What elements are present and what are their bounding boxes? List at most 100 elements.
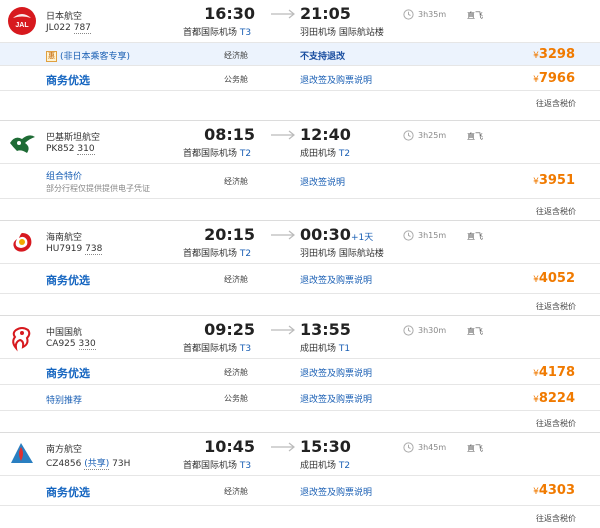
cabin-class: 经济舱 bbox=[224, 177, 248, 186]
airline-name: 巴基斯坦航空 bbox=[46, 133, 101, 143]
fare-row[interactable]: 特别推荐 公务舱 退改签及购票说明 ¥8224 bbox=[0, 384, 600, 410]
departure-time: 16:30 bbox=[204, 4, 255, 23]
aircraft-type-link[interactable]: 787 bbox=[73, 23, 91, 34]
fare-price[interactable]: ¥3298 bbox=[533, 47, 575, 62]
departure-airport: 首都国际机场 T2 bbox=[183, 149, 252, 159]
fare-name[interactable]: 商务优选 bbox=[46, 365, 90, 381]
pia-logo-icon bbox=[10, 135, 35, 153]
fare-name[interactable]: 特别推荐 bbox=[46, 393, 82, 406]
airline-name: 南方航空 bbox=[46, 445, 83, 455]
fare-row[interactable]: 商务优选 经济舱 退改签及购票说明 ¥4052 bbox=[0, 263, 600, 293]
tax-note: 往返含税价 bbox=[536, 419, 576, 428]
fare-price[interactable]: ¥4052 bbox=[533, 271, 575, 286]
hainan-logo-icon bbox=[13, 233, 32, 252]
flight-duration: 3h15m bbox=[418, 231, 447, 240]
air-china-phoenix-icon bbox=[12, 327, 31, 352]
clock-icon bbox=[403, 325, 414, 336]
departure-airport: 首都国际机场 T3 bbox=[183, 344, 252, 354]
cabin-class: 经济舱 bbox=[224, 275, 248, 284]
aircraft-type-link[interactable]: 738 bbox=[85, 244, 103, 255]
fare-price[interactable]: ¥4178 bbox=[533, 365, 575, 380]
codeshare-link[interactable]: (共享) bbox=[84, 459, 110, 470]
tax-row: 往返含税价 bbox=[0, 505, 600, 528]
cabin-class: 公务舱 bbox=[224, 75, 248, 84]
fare-row[interactable]: 商务优选 经济舱 退改签及购票说明 ¥4303 bbox=[0, 475, 600, 505]
fare-price[interactable]: ¥7966 bbox=[533, 71, 575, 86]
departure-time: 10:45 bbox=[204, 437, 255, 456]
tax-note: 往返含税价 bbox=[536, 514, 576, 523]
cabin-class: 经济舱 bbox=[224, 51, 248, 60]
flight-number: CA925 330 bbox=[46, 339, 96, 350]
arrow-right-icon bbox=[271, 325, 295, 335]
arrival-airport: 成田机场 T2 bbox=[300, 461, 351, 471]
fare-rule-link[interactable]: 退改签及购票说明 bbox=[300, 73, 372, 86]
clock-icon bbox=[403, 230, 414, 241]
fare-subtext: 部分行程仅提供提供电子凭证 bbox=[46, 184, 150, 193]
fare-row[interactable]: 商务优选 经济舱 退改签及购票说明 ¥4178 bbox=[0, 358, 600, 384]
fare-row[interactable]: 组合特价 部分行程仅提供提供电子凭证 经济舱 退改签说明 ¥3951 bbox=[0, 163, 600, 198]
flight-header: 海南航空 HU7919 738 20:15 首都国际机场 T2 00:30+1天… bbox=[0, 221, 600, 263]
fare-rule-link[interactable]: 退改签及购票说明 bbox=[300, 485, 372, 498]
tax-note: 往返含税价 bbox=[536, 207, 576, 216]
aircraft-type-link[interactable]: 310 bbox=[77, 144, 95, 155]
arrival-airport: 成田机场 T2 bbox=[300, 149, 351, 159]
departure-airport: 首都国际机场 T3 bbox=[183, 28, 252, 38]
arrow-right-icon bbox=[271, 9, 295, 19]
cabin-class: 公务舱 bbox=[224, 394, 248, 403]
departure-airport: 首都国际机场 T3 bbox=[183, 461, 252, 471]
clock-icon bbox=[403, 130, 414, 141]
arrival-time: 00:30+1天 bbox=[300, 225, 374, 244]
airline-name: 日本航空 bbox=[46, 12, 83, 22]
flight-header: 中国国航 CA925 330 09:25 首都国际机场 T3 13:55 成田机… bbox=[0, 316, 600, 358]
stops-label: 直飞 bbox=[467, 132, 483, 141]
svg-text:JAL: JAL bbox=[15, 22, 29, 29]
fare-row[interactable]: 商务优选 公务舱 退改签及购票说明 ¥7966 bbox=[0, 65, 600, 90]
tax-row: 往返含税价 bbox=[0, 90, 600, 113]
stops-label: 直飞 bbox=[467, 444, 483, 453]
clock-icon bbox=[403, 442, 414, 453]
flight-header: JAL 日本航空 JL022 787 16:30 首都国际机场 T3 21:05… bbox=[0, 0, 600, 42]
fare-rule-link[interactable]: 退改签及购票说明 bbox=[300, 366, 372, 379]
arrival-airport: 羽田机场 国际航站楼 bbox=[300, 28, 384, 38]
flight-card: 中国国航 CA925 330 09:25 首都国际机场 T3 13:55 成田机… bbox=[0, 315, 600, 432]
flight-card: JAL 日本航空 JL022 787 16:30 首都国际机场 T3 21:05… bbox=[0, 0, 600, 113]
arrival-time: 13:55 bbox=[300, 320, 351, 339]
departure-airport: 首都国际机场 T2 bbox=[183, 249, 252, 259]
flight-card: 海南航空 HU7919 738 20:15 首都国际机场 T2 00:30+1天… bbox=[0, 220, 600, 315]
fare-price[interactable]: ¥3951 bbox=[533, 173, 575, 188]
fare-rule-link[interactable]: 退改签及购票说明 bbox=[300, 273, 372, 286]
flight-duration: 3h35m bbox=[418, 10, 447, 19]
arrow-right-icon bbox=[271, 442, 295, 452]
departure-time: 20:15 bbox=[204, 225, 255, 244]
tax-row: 往返含税价 bbox=[0, 410, 600, 433]
fare-rule[interactable]: 不支持退改 bbox=[300, 49, 345, 62]
fare-price[interactable]: ¥4303 bbox=[533, 483, 575, 498]
flight-number: HU7919 738 bbox=[46, 244, 103, 255]
fare-row[interactable]: 惠 (非日本乘客专享) 经济舱 不支持退改 ¥3298 bbox=[0, 42, 600, 65]
fare-name[interactable]: 商务优选 bbox=[46, 72, 90, 88]
fare-name[interactable]: 商务优选 bbox=[46, 272, 90, 288]
departure-time: 09:25 bbox=[204, 320, 255, 339]
jal-crane-icon: JAL bbox=[8, 7, 36, 35]
fare-rule-link[interactable]: 退改签及购票说明 bbox=[300, 392, 372, 405]
cabin-class: 经济舱 bbox=[224, 368, 248, 377]
flight-number: JL022 787 bbox=[46, 23, 91, 34]
tax-row: 往返含税价 bbox=[0, 293, 600, 316]
fare-name[interactable]: 商务优选 bbox=[46, 484, 90, 500]
fare-rule-link[interactable]: 退改签说明 bbox=[300, 175, 345, 188]
aircraft-type-link[interactable]: 330 bbox=[78, 339, 96, 350]
flight-number: CZ4856 (共享) 73H bbox=[46, 459, 131, 470]
arrival-time: 12:40 bbox=[300, 125, 351, 144]
tax-row: 往返含税价 bbox=[0, 198, 600, 221]
flight-header: 南方航空 CZ4856 (共享) 73H 10:45 首都国际机场 T3 15:… bbox=[0, 433, 600, 475]
fare-price[interactable]: ¥8224 bbox=[533, 391, 575, 406]
arrival-time: 15:30 bbox=[300, 437, 351, 456]
departure-time: 08:15 bbox=[204, 125, 255, 144]
flight-card: 南方航空 CZ4856 (共享) 73H 10:45 首都国际机场 T3 15:… bbox=[0, 432, 600, 528]
fare-name[interactable]: 惠 (非日本乘客专享) bbox=[46, 49, 130, 62]
fare-name[interactable]: 组合特价 bbox=[46, 169, 82, 182]
stops-label: 直飞 bbox=[467, 11, 483, 20]
clock-icon bbox=[403, 9, 414, 20]
china-southern-kapok-icon bbox=[11, 443, 33, 463]
stops-label: 直飞 bbox=[467, 327, 483, 336]
